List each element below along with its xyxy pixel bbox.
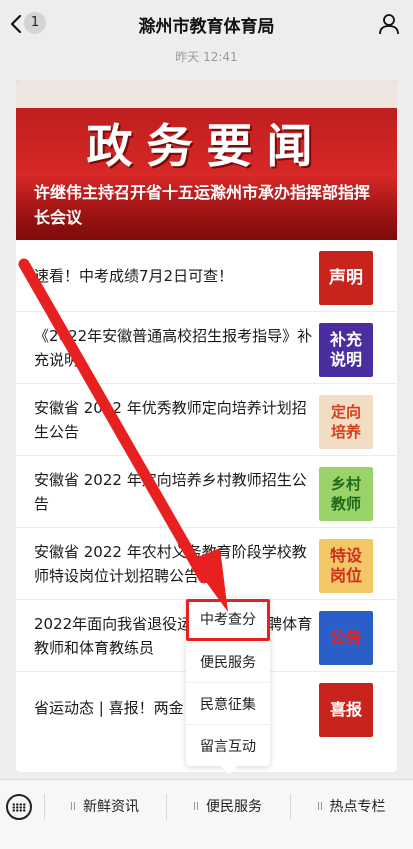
banner-heading: 政务要闻 (86, 119, 327, 173)
navbar: 1 滁州市教育体育局 (0, 0, 413, 46)
menu-item-news[interactable]: 新鲜资讯 (44, 780, 166, 832)
menu-item-label: 便民服务 (206, 799, 262, 815)
news-title: 《2022年安徽普通高校招生报考指导》补充说明 (34, 326, 313, 369)
news-item[interactable]: 安徽省 2022 年优秀教师定向培养计划招生公告 定向培养 (16, 384, 397, 456)
banner-top-band (16, 80, 397, 108)
news-thumbnail: 定向培养 (319, 395, 373, 449)
page-title: 滁州市教育体育局 (138, 17, 275, 37)
menu-item-convenience[interactable]: 便民服务 (166, 780, 290, 832)
news-title: 2022年面向我省退役运动员公开招聘体育教师和体育教练员 (34, 614, 313, 657)
news-title: 速看！中考成绩7月2日可查！ (34, 266, 234, 285)
menu-list-icon (317, 802, 322, 810)
news-thumbnail: 公告 (319, 611, 373, 665)
menu-item-label: 热点专栏 (329, 799, 386, 815)
news-title: 安徽省 2022 年农村义务教育阶段学校教师特设岗位计划招聘公告 (34, 542, 307, 585)
news-item[interactable]: 速看！中考成绩7月2日可查！ 声明 (16, 240, 397, 312)
highlight-box (186, 599, 270, 641)
keyboard-toggle-button[interactable] (6, 794, 32, 820)
message-timestamp: 昨天 12:41 (175, 50, 238, 64)
menu-list-icon (194, 802, 198, 810)
submenu-item-convenience-service[interactable]: 便民服务 (186, 640, 270, 682)
news-thumbnail: 声明 (319, 251, 373, 305)
user-icon (379, 14, 399, 35)
news-title: 省运动态 | 喜报！两金 (34, 699, 184, 717)
news-title: 安徽省 2022 年优秀教师定向培养计划招生公告 (34, 398, 307, 441)
headline-banner[interactable]: 政务要闻 许继伟主持召开省十五运滁州市承办指挥部指挥长会议 (16, 80, 397, 240)
news-item[interactable]: 安徽省 2022 年定向培养乡村教师招生公告 乡村教师 (16, 456, 397, 528)
news-thumbnail: 乡村教师 (319, 467, 373, 521)
menu-item-label: 新鲜资讯 (83, 799, 139, 815)
news-item[interactable]: 《2022年安徽普通高校招生报考指导》补充说明 补充说明 (16, 312, 397, 384)
menu-item-hot-topics[interactable]: 热点专栏 (290, 780, 413, 832)
news-thumbnail: 补充说明 (319, 323, 373, 377)
menu-list-icon (71, 802, 75, 810)
keyboard-icon (12, 802, 26, 812)
news-title: 安徽省 2022 年定向培养乡村教师招生公告 (34, 470, 307, 513)
news-item[interactable]: 安徽省 2022 年农村义务教育阶段学校教师特设岗位计划招聘公告 特设岗位 (16, 528, 397, 600)
submenu-item-opinion-survey[interactable]: 民意征集 (186, 682, 270, 724)
banner-caption: 许继伟主持召开省十五运滁州市承办指挥部指挥长会议 (34, 183, 371, 227)
bottom-menu-bar: 新鲜资讯 便民服务 热点专栏 (0, 779, 413, 849)
news-thumbnail: 喜报 (319, 683, 373, 737)
profile-button[interactable] (377, 12, 401, 36)
news-thumbnail: 特设岗位 (319, 539, 373, 593)
